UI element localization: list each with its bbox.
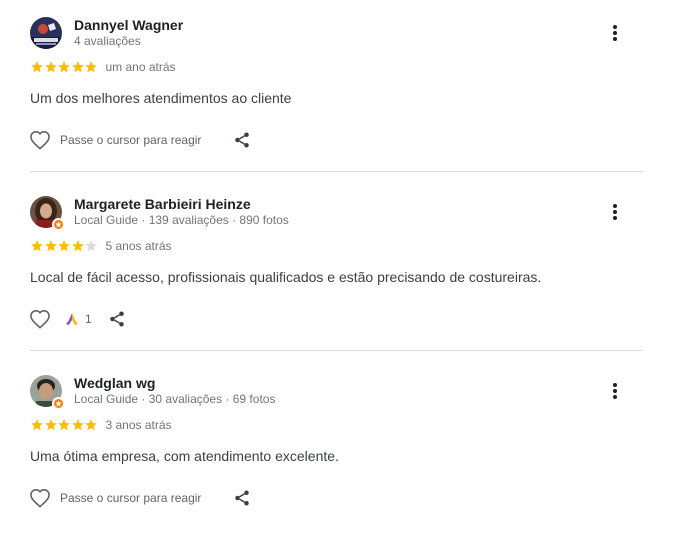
reaction-hint: Passe o cursor para reagir [60,491,202,505]
share-icon [235,490,250,506]
heart-icon [30,488,50,508]
more-vert-icon [613,383,617,399]
share-button[interactable] [231,129,253,151]
star-filled-icon [71,61,84,73]
more-options-button[interactable] [604,201,626,223]
review-actions: Passe o cursor para reagir [28,486,253,510]
divider [30,171,643,172]
reviewer-meta: Local Guide · 139 avaliações · 890 fotos [74,213,289,227]
reviewer-name[interactable]: Margarete Barbieiri Heinze [74,196,251,212]
star-filled-icon [58,61,70,73]
more-vert-icon [613,25,617,41]
reviewer-name[interactable]: Dannyel Wagner [74,17,183,33]
review-date: 5 anos atrás [105,239,172,253]
reaction-count: 1 [85,312,92,326]
review-card: Dannyel Wagner 4 avaliações um ano atrás… [0,0,684,172]
heart-icon [30,130,50,150]
more-vert-icon [613,204,617,220]
review-text: Local de fácil acesso, profissionais qua… [30,269,542,285]
reviewer-meta: Local Guide · 30 avaliações · 69 fotos [74,392,276,406]
star-rating [30,418,98,432]
review-card: Wedglan wg Local Guide · 30 avaliações ·… [0,358,684,538]
more-options-button[interactable] [604,22,626,44]
more-options-button[interactable] [604,380,626,402]
reaction-summary[interactable]: 1 [64,311,92,327]
review-card: Margarete Barbieiri Heinze Local Guide ·… [0,179,684,351]
rating-row: 3 anos atrás [30,417,172,433]
share-button[interactable] [231,487,253,509]
star-empty-icon [85,240,97,252]
heart-icon [30,309,50,329]
review-text: Um dos melhores atendimentos ao cliente [30,90,292,106]
star-filled-icon [71,240,84,252]
local-guide-badge [52,397,65,410]
star-filled-icon [71,419,84,431]
praying-hands-icon [66,313,78,325]
star-filled-icon [58,240,70,252]
profile-photo-icon [30,17,62,49]
star-filled-icon [58,419,70,431]
star-filled-icon [31,240,43,252]
star-badge-icon [55,221,62,228]
star-filled-icon [44,240,57,252]
local-guide-badge [52,218,65,231]
star-badge-icon [55,400,62,407]
reaction-hint: Passe o cursor para reagir [60,133,202,147]
review-text: Uma ótima empresa, com atendimento excel… [30,448,339,464]
reviewer-meta: 4 avaliações [74,34,141,48]
avatar[interactable] [30,17,62,49]
divider [30,350,643,351]
star-filled-icon [44,419,57,431]
star-filled-icon [85,61,97,73]
like-button[interactable] [28,128,52,152]
share-icon [235,132,250,148]
like-button[interactable] [28,486,52,510]
rating-row: 5 anos atrás [30,238,172,254]
star-filled-icon [44,61,57,73]
share-button[interactable] [106,308,128,330]
share-icon [109,311,124,327]
avatar[interactable] [30,196,65,231]
reviewer-name[interactable]: Wedglan wg [74,375,155,391]
review-actions: 1 [28,307,128,331]
star-rating [30,60,98,74]
rating-row: um ano atrás [30,59,176,75]
review-date: 3 anos atrás [105,418,172,432]
review-date: um ano atrás [105,60,176,74]
avatar[interactable] [30,375,65,410]
star-filled-icon [85,419,97,431]
star-filled-icon [31,61,43,73]
star-filled-icon [31,419,43,431]
review-actions: Passe o cursor para reagir [28,128,253,152]
star-rating [30,239,98,253]
like-button[interactable] [28,307,52,331]
